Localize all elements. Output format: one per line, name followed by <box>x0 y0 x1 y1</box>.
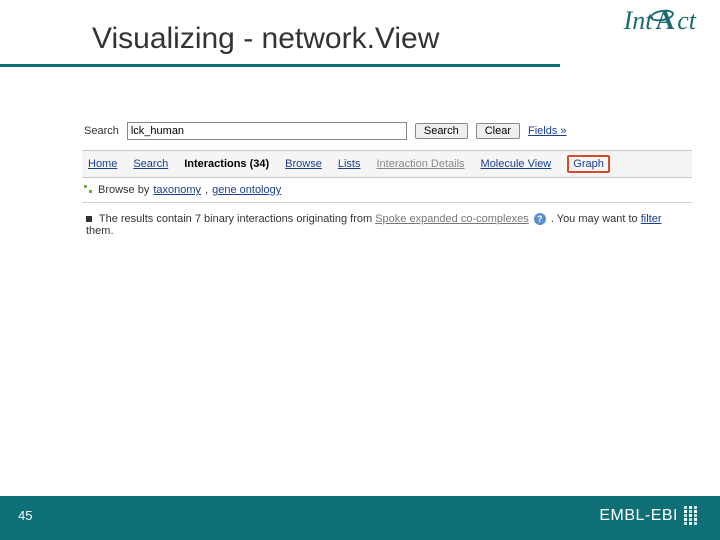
search-label: Search <box>84 125 119 137</box>
ebi-dots-icon <box>684 506 698 525</box>
results-message: The results contain 7 binary interaction… <box>82 211 692 239</box>
browse-by-row: Browse by taxonomy, gene ontology <box>82 178 692 198</box>
filter-link[interactable]: filter <box>641 213 662 225</box>
msg-part3: them. <box>86 225 114 237</box>
logo-left: Int <box>624 6 653 36</box>
tab-search[interactable]: Search <box>133 158 168 170</box>
tab-interactions[interactable]: Interactions (34) <box>184 158 269 170</box>
tab-browse[interactable]: Browse <box>285 158 322 170</box>
bullet-icon <box>86 216 92 222</box>
tree-icon <box>84 185 94 195</box>
clear-button[interactable]: Clear <box>476 123 520 139</box>
logo-right: ct <box>677 6 696 36</box>
browse-go-link[interactable]: gene ontology <box>212 184 281 196</box>
embl-ebi-logo: EMBL-EBI <box>599 506 698 525</box>
msg-part2: . You may want to <box>551 213 641 225</box>
browse-taxonomy-link[interactable]: taxonomy <box>153 184 201 196</box>
intact-logo: Int A ct <box>624 6 696 36</box>
tab-graph[interactable]: Graph <box>567 155 610 173</box>
tab-interaction-details[interactable]: Interaction Details <box>376 158 464 170</box>
search-input[interactable] <box>127 122 407 140</box>
divider <box>82 202 692 203</box>
search-row: Search Search Clear Fields » <box>82 118 692 144</box>
embl-ebi-text: EMBL-EBI <box>599 507 678 525</box>
tab-lists[interactable]: Lists <box>338 158 361 170</box>
tab-bar: Home Search Interactions (34) Browse Lis… <box>82 150 692 178</box>
sidebar-caption: From search to network.View… <box>0 52 4 462</box>
msg-part1: The results contain 7 binary interaction… <box>99 213 375 225</box>
title-underline <box>0 64 560 67</box>
footer-bar: 45 EMBL-EBI <box>0 496 720 540</box>
logo-a: A <box>653 6 676 36</box>
fields-link[interactable]: Fields » <box>528 125 567 137</box>
search-button[interactable]: Search <box>415 123 468 139</box>
tab-home[interactable]: Home <box>88 158 117 170</box>
info-icon[interactable]: ? <box>534 213 546 225</box>
spoke-link[interactable]: Spoke expanded co-complexes <box>375 213 528 225</box>
page-number: 45 <box>18 508 32 523</box>
slide-title: Visualizing - network.View <box>92 22 439 56</box>
app-screenshot: Search Search Clear Fields » Home Search… <box>82 118 692 239</box>
tab-molecule-view[interactable]: Molecule View <box>481 158 552 170</box>
browse-by-label: Browse by <box>98 184 149 196</box>
